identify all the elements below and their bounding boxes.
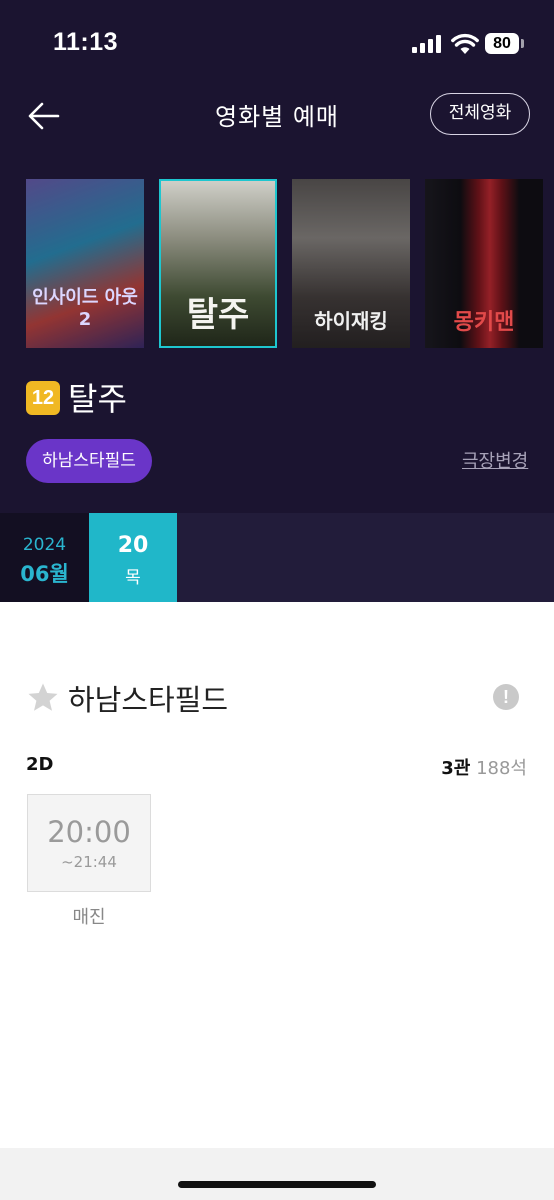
status-bar: 11:13 80 xyxy=(0,0,554,88)
battery-tip xyxy=(521,39,524,48)
poster-title: 하이재킹 xyxy=(314,309,388,333)
star-icon[interactable] xyxy=(26,681,60,715)
battery-icon: 80 xyxy=(485,33,519,54)
age-rating-badge: 12 xyxy=(26,381,60,415)
cellular-signal-icon xyxy=(412,35,444,53)
all-movies-button[interactable]: 전체영화 xyxy=(430,93,530,135)
showtime-status: 매진 xyxy=(72,907,106,928)
theater-row: 하남스타필드 ! xyxy=(0,665,554,725)
year-label: 2024 xyxy=(22,535,67,555)
showtime-start: 20:00 xyxy=(47,815,131,849)
screen-format: 2D xyxy=(26,754,54,775)
showtime-end: ~21:44 xyxy=(61,853,117,871)
month-label: 06월 xyxy=(20,562,69,586)
selected-theater-chip[interactable]: 하남스타필드 xyxy=(26,439,152,483)
date-cell-selected[interactable]: 20 목 xyxy=(89,513,177,602)
poster-title: 인사이드 아웃2 xyxy=(32,287,138,330)
showtime-button[interactable]: 20:00 ~21:44 xyxy=(27,794,151,892)
info-icon[interactable]: ! xyxy=(493,684,519,710)
movie-poster[interactable]: 인사이드 아웃2 xyxy=(26,179,144,348)
poster-title: 탈주 xyxy=(186,295,250,335)
hall-name: 3관 xyxy=(441,758,471,779)
home-indicator[interactable] xyxy=(178,1181,376,1188)
poster-title: 몽키맨 xyxy=(453,310,515,335)
status-time: 11:13 xyxy=(53,28,119,56)
wifi-icon xyxy=(451,33,479,54)
change-theater-link[interactable]: 극장변경 xyxy=(462,447,528,473)
movie-title: 탈주 xyxy=(68,380,127,418)
movie-poster[interactable]: 몽키맨 xyxy=(425,179,543,348)
movie-poster-selected[interactable]: 탈주 xyxy=(159,179,277,348)
theater-name: 하남스타필드 xyxy=(68,683,229,717)
month-indicator: 2024 06월 xyxy=(0,513,89,602)
day-weekday: 목 xyxy=(125,568,141,588)
hall-seats: 188석 xyxy=(476,758,527,779)
day-number: 20 xyxy=(117,533,149,558)
movie-poster[interactable]: 하이재킹 xyxy=(292,179,410,348)
hall-info: 3관 188석 xyxy=(441,754,527,780)
bottom-safe-area xyxy=(0,1148,554,1200)
date-selector: 2024 06월 20 목 xyxy=(0,513,554,602)
